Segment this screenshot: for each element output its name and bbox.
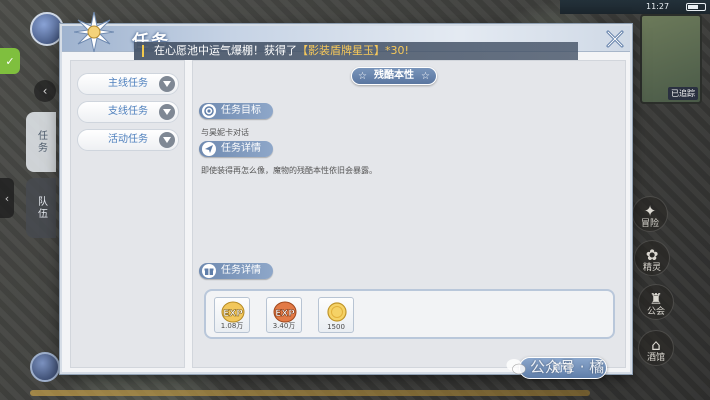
minimap-tag: 已追踪 [668, 87, 698, 100]
svg-text:EXP: EXP [275, 309, 295, 319]
clock-time: 11:27 [646, 2, 670, 11]
collapse-arrow-icon[interactable]: ‹ [0, 178, 14, 218]
paw-icon: ✿ [645, 246, 659, 264]
target-icon [202, 104, 216, 118]
wechat-icon [506, 359, 526, 375]
notice-item: 【影装盾牌星玉】*30! [297, 44, 409, 57]
tab-side-quest[interactable]: 支线任务 [77, 101, 179, 123]
reward-heading: 任务详情 [199, 263, 273, 279]
notice-accent [142, 45, 144, 57]
star-icon: ☆ [421, 71, 430, 82]
compass-icon: ✦ [643, 202, 657, 220]
objective-heading: 任务目标 [199, 103, 273, 119]
reward-item-job-exp[interactable]: EXP 3.40万 [266, 297, 302, 333]
detail-text: 即使装得再怎么像，魔物的残酷本性依旧会暴露。 [201, 166, 377, 175]
reward-item-base-exp[interactable]: EXP 1.08万 [214, 297, 250, 333]
watermark: 公众号 · 橘 [506, 354, 604, 380]
svg-text:EXP: EXP [223, 309, 243, 319]
tab-label: 主线任务 [108, 78, 148, 89]
quest-name-banner: ☆ 残酷本性 ☆ [351, 67, 437, 85]
reward-amount: 3.40万 [272, 322, 296, 330]
chevron-down-icon [159, 132, 175, 148]
close-icon [606, 30, 624, 48]
bag-shortcut-icon[interactable]: ✓ [0, 48, 20, 74]
base-exp-icon: EXP [221, 301, 245, 323]
reward-amount: 1.08万 [220, 322, 244, 330]
star-icon: ☆ [358, 71, 367, 82]
chat-avatar-icon[interactable] [30, 352, 60, 382]
chevron-down-icon [159, 76, 175, 92]
side-tab-quest[interactable]: 任务 [26, 112, 56, 172]
reward-list: EXP 1.08万 EXP 3.40万 1500 [204, 289, 615, 339]
notice-prefix: 在心愿池中运气爆棚！获得了 [154, 44, 297, 57]
watermark-text: 公众号 · 橘 [530, 358, 605, 376]
quest-emblem-icon [74, 12, 114, 52]
quest-detail-panel: ☆ 残酷本性 ☆ 任务目标 与昊妮卡对话 任务详情 即使装得再怎么像，魔物的残酷… [192, 60, 626, 379]
reward-amount: 1500 [327, 323, 345, 331]
close-button[interactable] [604, 28, 626, 50]
tab-label: 活动任务 [108, 134, 148, 145]
tab-event-quest[interactable]: 活动任务 [77, 129, 179, 151]
side-tab-team[interactable]: 队伍 [26, 178, 56, 238]
send-arrow-icon [202, 142, 216, 156]
minimap[interactable]: 已追踪 [640, 14, 702, 104]
experience-bar [30, 390, 590, 396]
battery-icon [686, 3, 706, 11]
tab-label: 支线任务 [108, 106, 148, 117]
back-arrow-icon[interactable]: ‹ [34, 80, 56, 102]
detail-heading-label: 任务详情 [221, 143, 261, 154]
tavern-icon: ⌂ [651, 336, 661, 354]
quest-name: 残酷本性 [374, 70, 414, 81]
job-exp-icon: EXP [273, 301, 297, 323]
chevron-down-icon [159, 104, 175, 120]
side-tab-column: 任务 队伍 [26, 112, 58, 244]
zeny-coin-icon [327, 302, 347, 322]
system-notice-banner: 在心愿池中运气爆棚！获得了【影装盾牌星玉】*30! [134, 42, 578, 60]
player-avatar[interactable] [30, 12, 64, 46]
objective-text: 与昊妮卡对话 [201, 128, 249, 137]
reward-item-zeny[interactable]: 1500 [318, 297, 354, 333]
detail-heading: 任务详情 [199, 141, 273, 157]
menu-pet-button[interactable]: ✿ 精灵 [634, 240, 670, 276]
tab-main-quest[interactable]: 主线任务 [77, 73, 179, 95]
task-category-panel: 主线任务 支线任务 活动任务 [70, 60, 185, 368]
castle-icon: ♜ [649, 290, 663, 308]
menu-tavern-button[interactable]: ⌂ 酒馆 [638, 330, 674, 366]
objective-heading-label: 任务目标 [221, 105, 261, 116]
quest-dialog: 任务 在心愿池中运气爆棚！获得了【影装盾牌星玉】*30! 主线任务 支线任务 活… [60, 12, 632, 379]
menu-guild-button[interactable]: ♜ 公会 [638, 284, 674, 320]
gift-icon [202, 264, 216, 278]
status-bar: 11:27 [560, 0, 710, 14]
reward-heading-label: 任务详情 [221, 265, 261, 276]
menu-adventure-button[interactable]: ✦ 冒险 [632, 196, 668, 232]
